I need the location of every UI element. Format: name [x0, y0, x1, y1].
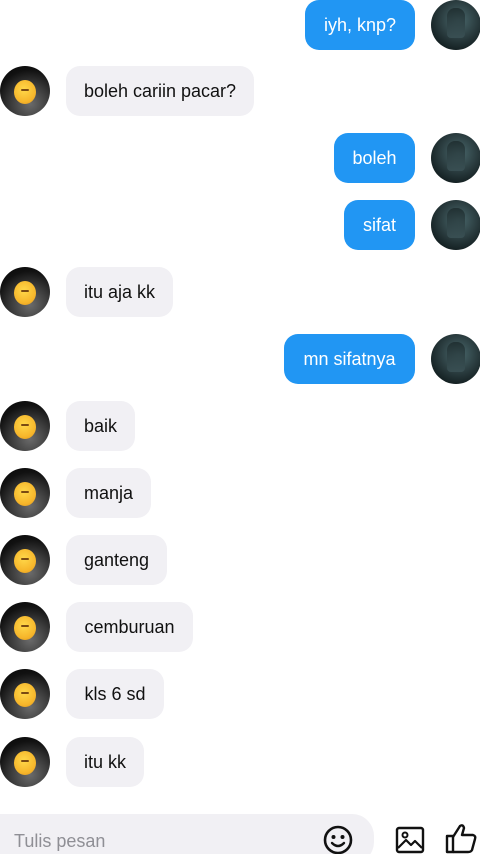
contact-avatar[interactable] [0, 737, 50, 787]
message-row: itu aja kk [0, 267, 480, 317]
chat-screen: iyh, knp? boleh cariin pacar? boleh sifa… [0, 0, 480, 854]
contact-avatar[interactable] [0, 669, 50, 719]
incoming-message-bubble[interactable]: manja [66, 468, 151, 518]
contact-avatar[interactable] [0, 267, 50, 317]
image-icon[interactable] [395, 826, 425, 854]
my-avatar [431, 334, 480, 384]
message-input[interactable] [14, 830, 304, 852]
incoming-message-bubble[interactable]: boleh cariin pacar? [66, 66, 254, 116]
incoming-message-bubble[interactable]: baik [66, 401, 135, 451]
message-row: baik [0, 401, 480, 451]
incoming-message-bubble[interactable]: itu aja kk [66, 267, 173, 317]
outgoing-message-bubble[interactable]: iyh, knp? [305, 0, 415, 50]
message-row: sifat [0, 200, 480, 250]
message-row: boleh [0, 133, 480, 183]
message-row: kls 6 sd [0, 669, 480, 719]
message-row: ganteng [0, 535, 480, 585]
my-avatar [431, 200, 480, 250]
incoming-message-bubble[interactable]: ganteng [66, 535, 167, 585]
like-icon[interactable] [444, 822, 478, 854]
message-row: mn sifatnya [0, 334, 480, 384]
my-avatar [431, 0, 480, 50]
outgoing-message-bubble[interactable]: sifat [344, 200, 415, 250]
emoji-icon[interactable] [322, 824, 354, 854]
outgoing-message-bubble[interactable]: mn sifatnya [284, 334, 415, 384]
incoming-message-bubble[interactable]: itu kk [66, 737, 144, 787]
my-avatar [431, 133, 480, 183]
message-row: itu kk [0, 737, 480, 787]
outgoing-message-bubble[interactable]: boleh [334, 133, 415, 183]
contact-avatar[interactable] [0, 468, 50, 518]
contact-avatar[interactable] [0, 401, 50, 451]
message-row: boleh cariin pacar? [0, 66, 480, 116]
message-input-container[interactable] [0, 814, 374, 854]
message-row: iyh, knp? [0, 0, 480, 50]
contact-avatar[interactable] [0, 602, 50, 652]
incoming-message-bubble[interactable]: cemburuan [66, 602, 193, 652]
contact-avatar[interactable] [0, 66, 50, 116]
message-composer [0, 814, 480, 854]
message-row: manja [0, 468, 480, 518]
incoming-message-bubble[interactable]: kls 6 sd [66, 669, 164, 719]
contact-avatar[interactable] [0, 535, 50, 585]
message-row: cemburuan [0, 602, 480, 652]
